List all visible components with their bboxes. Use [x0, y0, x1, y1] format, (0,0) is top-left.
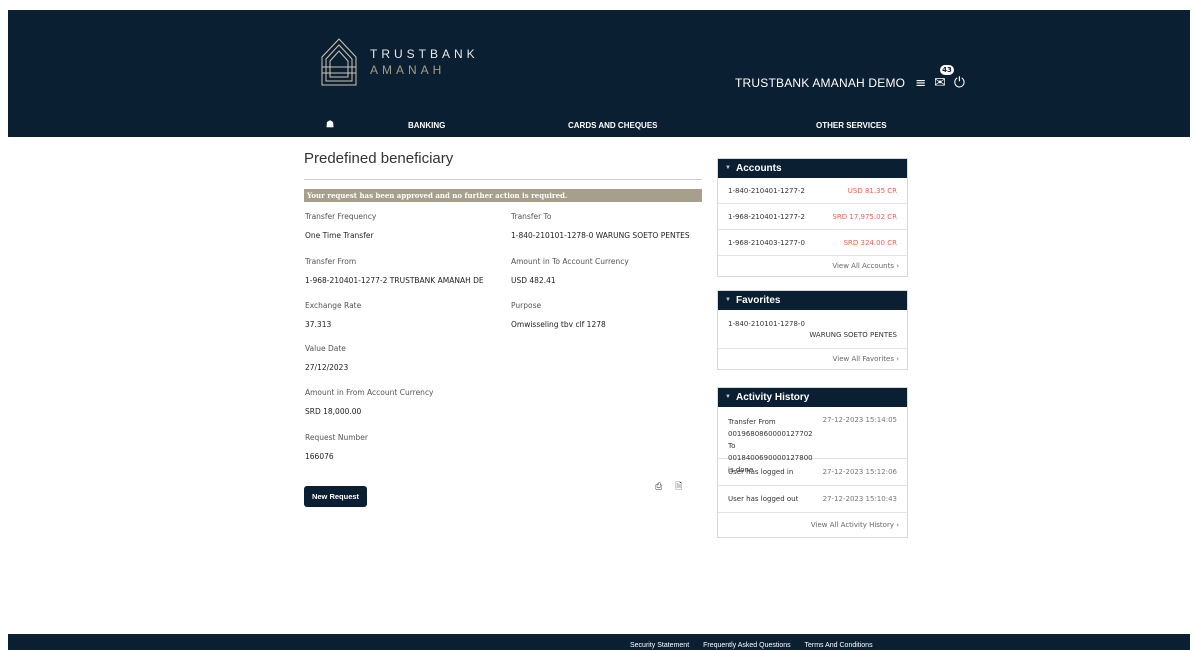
chevron-icon: ▼ [725, 297, 731, 303]
field-label: Transfer Frequency [305, 212, 377, 221]
field-label: Amount in To Account Currency [511, 257, 629, 266]
logo-text-amanah: AMANAH [370, 63, 446, 77]
logo-text-trustbank: TRUSTBANK [370, 47, 479, 61]
view-all-favorites-link[interactable]: View All Favorites › [718, 349, 907, 369]
terms-link[interactable]: Terms And Conditions [804, 642, 872, 649]
pdf-icon[interactable]: 🗎 [675, 482, 682, 492]
field-value: SRD 18,000.00 [305, 407, 362, 416]
field-amount-from: Amount in From Account Currency SRD 18,0… [305, 388, 505, 416]
field-label: Transfer From [305, 257, 357, 266]
field-value: 27/12/2023 [305, 363, 349, 372]
field-value-date: Value Date 27/12/2023 [305, 344, 505, 372]
view-all-activity-link[interactable]: View All Activity History › [718, 513, 907, 537]
security-statement-link[interactable]: Security Statement [630, 642, 689, 649]
account-balance: USD 81.35 CR [847, 186, 897, 195]
account-number: 1-968-210401-1277-2 [728, 212, 805, 221]
activity-row: Transfer From 0019680860000127702 To 001… [718, 407, 907, 474]
field-label: Request Number [305, 433, 368, 442]
menu-icon[interactable]: ≡ [915, 76, 926, 91]
account-row[interactable]: 1-968-210401-1277-2 SRD 17,975.02 CR [718, 204, 907, 230]
activity-time: 27-12-2023 15:12:06 [822, 468, 897, 476]
field-transfer-from: Transfer From 1-968-210401-1277-2 TRUSTB… [305, 257, 505, 285]
chevron-icon: ▼ [725, 165, 731, 171]
activity-time: 27-12-2023 15:14:05 [822, 416, 897, 424]
field-request-number: Request Number 166076 [305, 433, 505, 461]
account-balance: SRD 324.00 CR [843, 238, 897, 247]
favorites-panel: ▼ Favorites 1-840-210101-1278-0 WARUNG S… [717, 290, 908, 370]
activity-title: Activity History [736, 392, 810, 403]
field-amount-to: Amount in To Account Currency USD 482.41 [511, 257, 711, 285]
messages-icon[interactable]: ✉ 43 [934, 65, 954, 91]
header-bar: TRUSTBANK AMANAH TRUSTBANK AMANAH DEMO ≡… [8, 10, 1190, 137]
status-alert: Your request has been approved and no fu… [304, 189, 702, 202]
account-balance: SRD 17,975.02 CR [832, 212, 897, 221]
new-request-button[interactable]: New Request [304, 486, 367, 507]
field-label: Value Date [305, 344, 346, 353]
favorites-title: Favorites [736, 295, 781, 306]
footer-links: Security Statement Frequently Asked Ques… [630, 642, 885, 649]
print-icon[interactable]: ⎙ [655, 482, 662, 492]
logo-mark-icon [321, 38, 357, 86]
field-value: 1-968-210401-1277-2 TRUSTBANK AMANAH DE [305, 276, 484, 285]
view-all-accounts-link[interactable]: View All Accounts › [718, 256, 907, 276]
nav-other-services[interactable]: OTHER SERVICES [816, 121, 887, 130]
field-value: USD 482.41 [511, 276, 556, 285]
favorites-panel-header: ▼ Favorites [718, 291, 907, 310]
accounts-panel-header: ▼ Accounts [718, 159, 907, 178]
field-label: Exchange Rate [305, 301, 362, 310]
title-divider [304, 179, 702, 180]
footer-bar: Security Statement Frequently Asked Ques… [8, 634, 1190, 650]
user-area: TRUSTBANK AMANAH DEMO ≡ ✉ 43 ⏻ [735, 65, 965, 91]
account-number: 1-968-210403-1277-0 [728, 238, 805, 247]
chevron-icon: ▼ [725, 394, 731, 400]
power-icon[interactable]: ⏻ [954, 75, 965, 91]
activity-history-panel: ▼ Activity History Transfer From 0019680… [717, 387, 908, 538]
logo[interactable]: TRUSTBANK AMANAH [320, 37, 479, 87]
field-label: Amount in From Account Currency [305, 388, 434, 397]
field-label: Transfer To [511, 212, 552, 221]
activity-text: User has logged out [728, 495, 799, 503]
favorite-row[interactable]: 1-840-210101-1278-0 WARUNG SOETO PENTES [718, 310, 907, 349]
favorite-account-number: 1-840-210101-1278-0 [728, 319, 805, 328]
activity-panel-header: ▼ Activity History [718, 388, 907, 407]
account-row[interactable]: 1-968-210403-1277-0 SRD 324.00 CR [718, 230, 907, 256]
document-tools: ⎙ 🗎 [655, 479, 692, 495]
nav-banking[interactable]: BANKING [408, 121, 445, 130]
field-value: Omwisseling tbv clf 1278 [511, 320, 606, 329]
favorite-name: WARUNG SOETO PENTES [809, 330, 897, 339]
activity-time: 27-12-2023 15:10:43 [822, 495, 897, 503]
home-icon[interactable]: ☗ [326, 119, 334, 130]
activity-text: User has logged in [728, 468, 794, 476]
activity-row: User has logged out 27-12-2023 15:10:43 [718, 486, 907, 513]
main-content: Predefined beneficiary Your request has … [304, 150, 702, 492]
message-count-badge: 43 [940, 65, 954, 75]
accounts-panel: ▼ Accounts 1-840-210401-1277-2 USD 81.35… [717, 158, 908, 277]
activity-text: Transfer From 0019680860000127702 To 001… [728, 418, 813, 474]
account-number: 1-840-210401-1277-2 [728, 186, 805, 195]
account-row[interactable]: 1-840-210401-1277-2 USD 81.35 CR [718, 178, 907, 204]
faq-link[interactable]: Frequently Asked Questions [703, 642, 791, 649]
field-transfer-to: Transfer To 1-840-210101-1278-0 WARUNG S… [511, 212, 706, 240]
accounts-title: Accounts [736, 163, 782, 174]
field-value: One Time Transfer [305, 231, 374, 240]
field-value: 166076 [305, 452, 334, 461]
field-label: Purpose [511, 301, 542, 310]
field-value: 37.313 [305, 320, 332, 329]
field-transfer-frequency: Transfer Frequency One Time Transfer [305, 212, 505, 240]
user-name: TRUSTBANK AMANAH DEMO [735, 76, 906, 90]
field-purpose: Purpose Omwisseling tbv clf 1278 [511, 301, 711, 329]
request-details: Transfer Frequency One Time Transfer Tra… [304, 202, 702, 492]
nav-cards-and-cheques[interactable]: CARDS AND CHEQUES [568, 121, 658, 130]
field-exchange-rate: Exchange Rate 37.313 [305, 301, 505, 329]
field-value: 1-840-210101-1278-0 WARUNG SOETO PENTES [511, 231, 690, 240]
page-title: Predefined beneficiary [304, 150, 454, 167]
main-nav: ☗ BANKING CARDS AND CHEQUES OTHER SERVIC… [8, 117, 1190, 137]
